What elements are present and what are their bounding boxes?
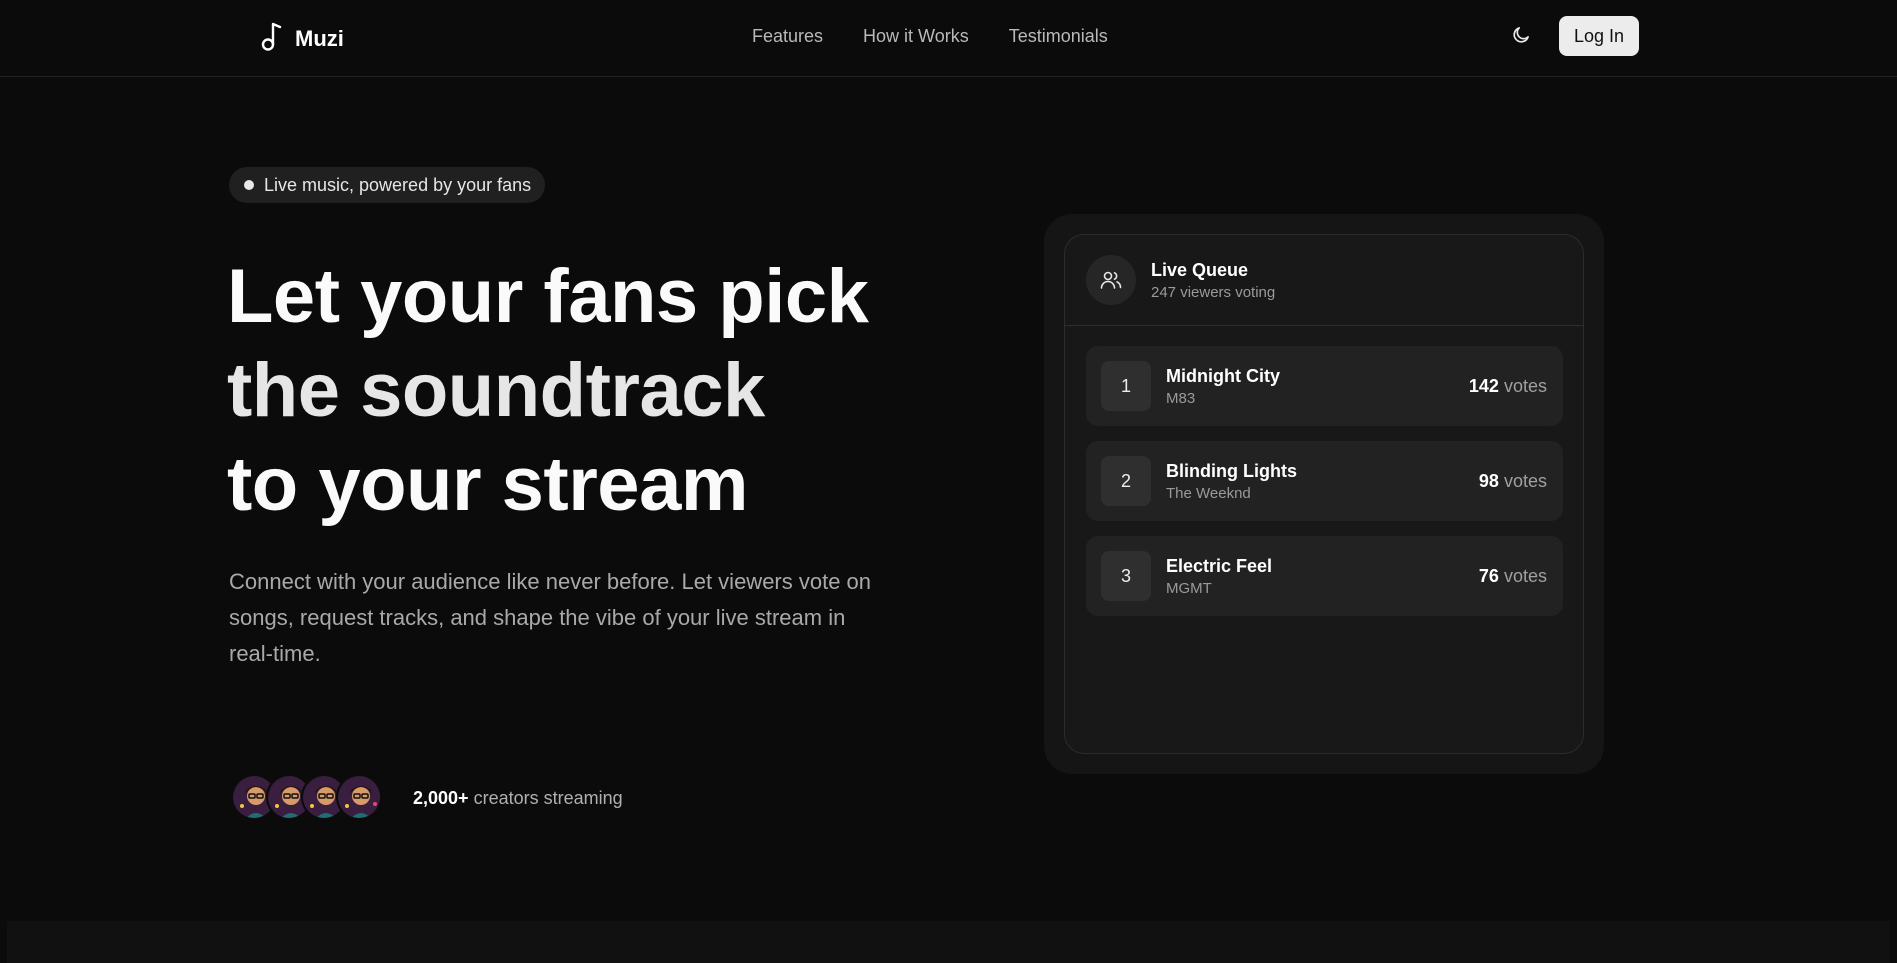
nav-link-how-it-works[interactable]: How it Works: [863, 26, 969, 47]
song-artist: The Weeknd: [1166, 484, 1251, 502]
vote-number: 142: [1468, 375, 1499, 396]
avatar: [336, 774, 382, 820]
queue-viewer-count: 247 viewers voting: [1151, 283, 1276, 301]
queue-rank: 1: [1101, 361, 1151, 411]
brand-name: Muzi: [295, 25, 344, 51]
users-icon: [1086, 255, 1136, 305]
song-title: Electric Feel: [1166, 555, 1273, 576]
vote-label: votes: [1503, 375, 1547, 396]
song-artist: M83: [1166, 389, 1196, 407]
hero-headline: Let your fans pick the soundtrack to you…: [227, 250, 927, 532]
moon-icon: [1511, 25, 1531, 50]
login-button[interactable]: Log In: [1559, 16, 1639, 56]
hero-subtext: Connect with your audience like never be…: [229, 569, 872, 666]
creator-count: 2,000+ creators streaming: [413, 788, 623, 809]
queue-header: Live Queue 247 viewers voting: [1065, 235, 1583, 326]
vote-count: 98 votes: [1479, 471, 1547, 492]
queue-item[interactable]: 3 Electric Feel MGMT 76 votes: [1086, 536, 1563, 616]
queue-item[interactable]: 2 Blinding Lights The Weeknd 98 votes: [1086, 441, 1563, 521]
music-note-icon: [259, 20, 285, 57]
live-queue-card: Live Queue 247 viewers voting 1 Midnight…: [1064, 234, 1584, 754]
vote-number: 98: [1478, 470, 1499, 491]
headline-line-3: to your stream: [227, 442, 748, 527]
vote-label: votes: [1503, 565, 1547, 586]
creator-count-number: 2,000+: [413, 788, 469, 808]
vote-number: 76: [1478, 565, 1499, 586]
queue-list: 1 Midnight City M83 142 votes 2 Blinding…: [1065, 326, 1583, 616]
creator-count-label: creators streaming: [473, 788, 623, 808]
vote-label: votes: [1503, 470, 1547, 491]
queue-item[interactable]: 1 Midnight City M83 142 votes: [1086, 346, 1563, 426]
brand-logo[interactable]: Muzi: [259, 20, 344, 57]
hero-badge-text: Live music, powered by your fans: [264, 174, 532, 195]
nav-link-features[interactable]: Features: [752, 26, 823, 47]
creator-avatars: [231, 774, 382, 820]
song-artist: MGMT: [1166, 579, 1212, 597]
nav-links: Features How it Works Testimonials: [752, 26, 1108, 47]
headline-line-1: Let your fans pick: [227, 254, 869, 339]
next-section-edge: [7, 921, 1890, 963]
vote-count: 142 votes: [1469, 376, 1547, 397]
song-title: Blinding Lights: [1166, 460, 1297, 481]
top-navbar: Muzi Features How it Works Testimonials …: [0, 0, 1897, 77]
queue-rank: 3: [1101, 551, 1151, 601]
vote-count: 76 votes: [1479, 566, 1547, 587]
queue-rank: 2: [1101, 456, 1151, 506]
queue-title: Live Queue: [1151, 259, 1249, 280]
badge-dot-icon: [244, 180, 254, 190]
nav-link-testimonials[interactable]: Testimonials: [1009, 26, 1108, 47]
song-title: Midnight City: [1166, 365, 1280, 386]
headline-line-2: the soundtrack: [227, 348, 765, 433]
theme-toggle-button[interactable]: [1508, 24, 1534, 50]
hero-badge: Live music, powered by your fans: [229, 167, 546, 203]
